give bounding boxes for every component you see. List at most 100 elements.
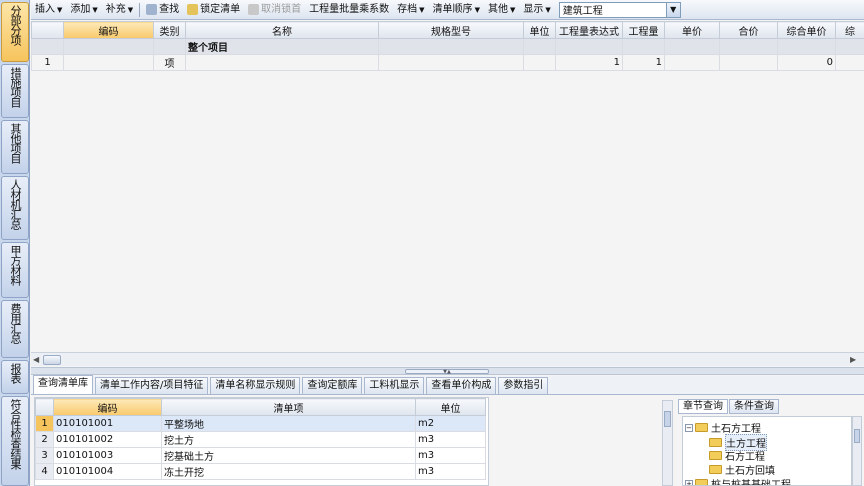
- insert-menu[interactable]: 插入 ▼: [31, 0, 66, 20]
- caret-down-icon: ▼: [419, 5, 425, 14]
- grid-header-qty[interactable]: 工程量: [622, 21, 665, 39]
- list-header-rownum: [35, 398, 54, 416]
- list-item[interactable]: 2 010101002 挖土方 m3: [35, 431, 486, 448]
- collapse-icon[interactable]: −: [685, 423, 693, 432]
- tab-other-items[interactable]: 其他项目: [1, 120, 29, 174]
- list-header-unit[interactable]: 单位: [415, 398, 486, 416]
- chapter-tree: − 土石方工程 土方工程 石方工程 土石方回填 + 桩与桩基基础工程: [682, 416, 852, 486]
- folder-open-icon: [695, 423, 708, 432]
- grid-header-name[interactable]: 名称: [185, 21, 379, 39]
- tab-query-list-library[interactable]: 查询清单库: [33, 375, 93, 394]
- extra-cell[interactable]: [835, 54, 864, 71]
- tree-node-backfill[interactable]: 土石方回填: [709, 462, 775, 477]
- chevron-down-icon[interactable]: ▼: [665, 2, 680, 17]
- total-cell[interactable]: [719, 54, 778, 71]
- project-row[interactable]: 整个项目: [31, 38, 864, 55]
- tab-reports[interactable]: 报表: [1, 360, 29, 394]
- expand-icon[interactable]: +: [685, 479, 693, 485]
- grid-header-row: 编码 类别 名称 规格型号 单位 工程量表达式 工程量 单价 合价 综合单价 综: [31, 21, 864, 39]
- project-name: 整个项目: [185, 38, 379, 55]
- list-header-item[interactable]: 清单项: [161, 398, 416, 416]
- unit-cell[interactable]: [523, 54, 556, 71]
- grid-header-expr[interactable]: 工程量表达式: [555, 21, 623, 39]
- folder-icon: [695, 479, 708, 485]
- scroll-right-icon[interactable]: ▶: [850, 354, 861, 365]
- save-menu[interactable]: 存档 ▼: [393, 0, 428, 20]
- supplement-menu[interactable]: 补充 ▼: [102, 0, 137, 20]
- caret-down-icon: ▼: [545, 5, 551, 14]
- code-cell[interactable]: [63, 54, 154, 71]
- unit-price-cell[interactable]: 0: [777, 54, 836, 71]
- caret-down-icon: ▼: [57, 5, 63, 14]
- caret-down-icon: ▼: [509, 5, 516, 14]
- tab-cost-summary[interactable]: 费用汇总: [1, 300, 29, 358]
- grid-header-code[interactable]: 编码: [63, 21, 154, 39]
- tab-measure-items[interactable]: 措施项目: [1, 64, 29, 118]
- tab-compliance-check[interactable]: 符合性检查结果: [1, 396, 29, 486]
- display-menu[interactable]: 显示 ▼: [519, 0, 554, 20]
- scroll-thumb[interactable]: [854, 429, 860, 443]
- tree-node-stone-work[interactable]: 石方工程: [709, 448, 765, 463]
- panel-splitter[interactable]: ▼▲: [31, 367, 864, 375]
- folder-icon: [709, 438, 722, 447]
- tab-name-display-rules[interactable]: 清单名称显示规则: [210, 377, 301, 394]
- toolbar: 插入 ▼ 添加 ▼ 补充 ▼ 查找 锁定清单 取消锁首 工程量批量乘系数 存档 ▼ 清单…: [31, 0, 864, 20]
- folder-icon: [709, 451, 722, 460]
- list-item[interactable]: 1 010101001 平整场地 m2: [35, 415, 486, 432]
- lock-list-button[interactable]: 锁定清单: [183, 0, 244, 20]
- tab-labor-material-summary[interactable]: 人材机汇总: [1, 176, 29, 240]
- tree-node-pile-foundation[interactable]: + 桩与桩基基础工程: [685, 476, 791, 485]
- order-menu[interactable]: 清单顺序 ▼: [429, 0, 484, 20]
- horizontal-scrollbar[interactable]: ◀ ▶: [31, 352, 864, 366]
- grid-header-type[interactable]: 类别: [153, 21, 186, 39]
- list-item[interactable]: 3 010101003 挖基础土方 m3: [35, 447, 486, 464]
- splitter-grip-icon[interactable]: ▼▲: [405, 369, 489, 375]
- grid-header-total[interactable]: 合价: [719, 21, 778, 39]
- add-menu[interactable]: 添加 ▼: [66, 0, 101, 20]
- list-header-code[interactable]: 编码: [53, 398, 162, 416]
- tab-query-quota-library[interactable]: 查询定额库: [302, 377, 363, 394]
- other-menu[interactable]: 其他 ▼: [484, 0, 519, 20]
- scroll-thumb[interactable]: [43, 355, 61, 365]
- grid-header-price[interactable]: 单价: [664, 21, 720, 39]
- caret-down-icon: ▼: [92, 5, 98, 14]
- table-row[interactable]: 1 项 1 1 0: [31, 54, 864, 71]
- toolbar-separator: [139, 2, 141, 17]
- tab-division-items[interactable]: 分部分项: [1, 2, 29, 62]
- list-vertical-scrollbar[interactable]: [662, 400, 673, 486]
- project-type-select[interactable]: 建筑工程 ▼: [558, 1, 681, 18]
- tab-owner-materials[interactable]: 甲方材料: [1, 242, 29, 298]
- batch-multiply-button[interactable]: 工程量批量乘系数: [305, 0, 393, 20]
- binoculars-icon: [146, 4, 158, 15]
- left-tab-bar: 分部分项 措施项目 其他项目 人材机汇总 甲方材料 费用汇总 报表 符合性检查结…: [0, 0, 30, 486]
- price-cell[interactable]: [664, 54, 720, 71]
- tab-condition-query[interactable]: 条件查询: [729, 399, 779, 414]
- find-button[interactable]: 查找: [142, 0, 183, 20]
- bill-grid: 编码 类别 名称 规格型号 单位 工程量表达式 工程量 单价 合价 综合单价 综…: [31, 21, 864, 367]
- grid-header-unit[interactable]: 单位: [523, 21, 556, 39]
- tab-labor-material-display[interactable]: 工料机显示: [364, 377, 425, 394]
- grid-header-extra[interactable]: 综: [835, 21, 864, 39]
- type-cell[interactable]: 项: [153, 54, 186, 71]
- tab-work-content[interactable]: 清单工作内容/项目特征: [95, 377, 209, 394]
- list-header-row: 编码 清单项 单位: [35, 398, 486, 416]
- expr-cell[interactable]: 1: [555, 54, 623, 71]
- unlock-icon: [248, 4, 260, 15]
- spec-cell[interactable]: [378, 54, 524, 71]
- grid-header-unit-price[interactable]: 综合单价: [777, 21, 836, 39]
- list-item[interactable]: 4 010101004 冻土开挖 m3: [35, 463, 486, 480]
- detail-area: [489, 397, 664, 486]
- tree-node-earthwork[interactable]: − 土石方工程: [685, 420, 761, 435]
- chapter-tree-panel: 章节查询 条件查询 − 土石方工程 土方工程 石方工程 土石方回填 + 桩与桩基基础…: [676, 397, 864, 486]
- scroll-thumb[interactable]: [664, 411, 671, 427]
- tree-vertical-scrollbar[interactable]: [852, 416, 862, 486]
- unlock-button[interactable]: 取消锁首: [244, 0, 305, 20]
- qty-cell[interactable]: 1: [622, 54, 665, 71]
- bill-library-list: 编码 清单项 单位 1 010101001 平整场地 m2 2 01010100…: [34, 397, 489, 486]
- name-cell[interactable]: [185, 54, 379, 71]
- tab-unit-price-breakdown[interactable]: 查看单价构成: [426, 377, 497, 394]
- tab-chapter-query[interactable]: 章节查询: [678, 399, 728, 414]
- tab-parameter-guide[interactable]: 参数指引: [498, 377, 549, 394]
- grid-header-spec[interactable]: 规格型号: [378, 21, 524, 39]
- folder-icon: [709, 465, 722, 474]
